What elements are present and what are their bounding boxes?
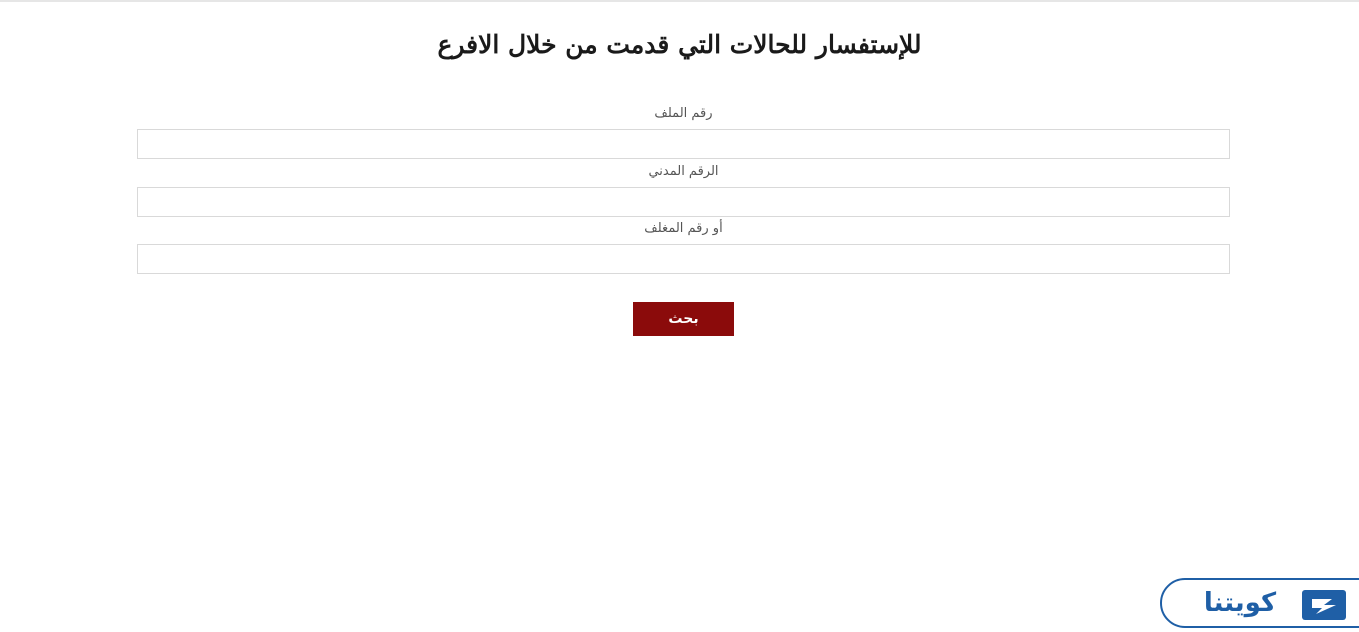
watermark-logo: كويتنا (1160, 578, 1359, 628)
civil-id-input[interactable] (137, 187, 1230, 217)
search-button[interactable]: بحث (633, 302, 734, 336)
civil-id-label: الرقم المدني (648, 164, 719, 179)
page-title: للإستفسار للحالات التي قدمت من خلال الاف… (437, 30, 922, 59)
logo-text: كويتنا (1203, 588, 1277, 618)
file-number-label: رقم الملف (654, 106, 713, 121)
bolt-icon (1302, 590, 1346, 620)
envelope-number-label: أو رقم المغلف (644, 221, 723, 236)
file-number-input[interactable] (137, 129, 1230, 159)
top-divider (0, 0, 1359, 2)
envelope-number-input[interactable] (137, 244, 1230, 274)
